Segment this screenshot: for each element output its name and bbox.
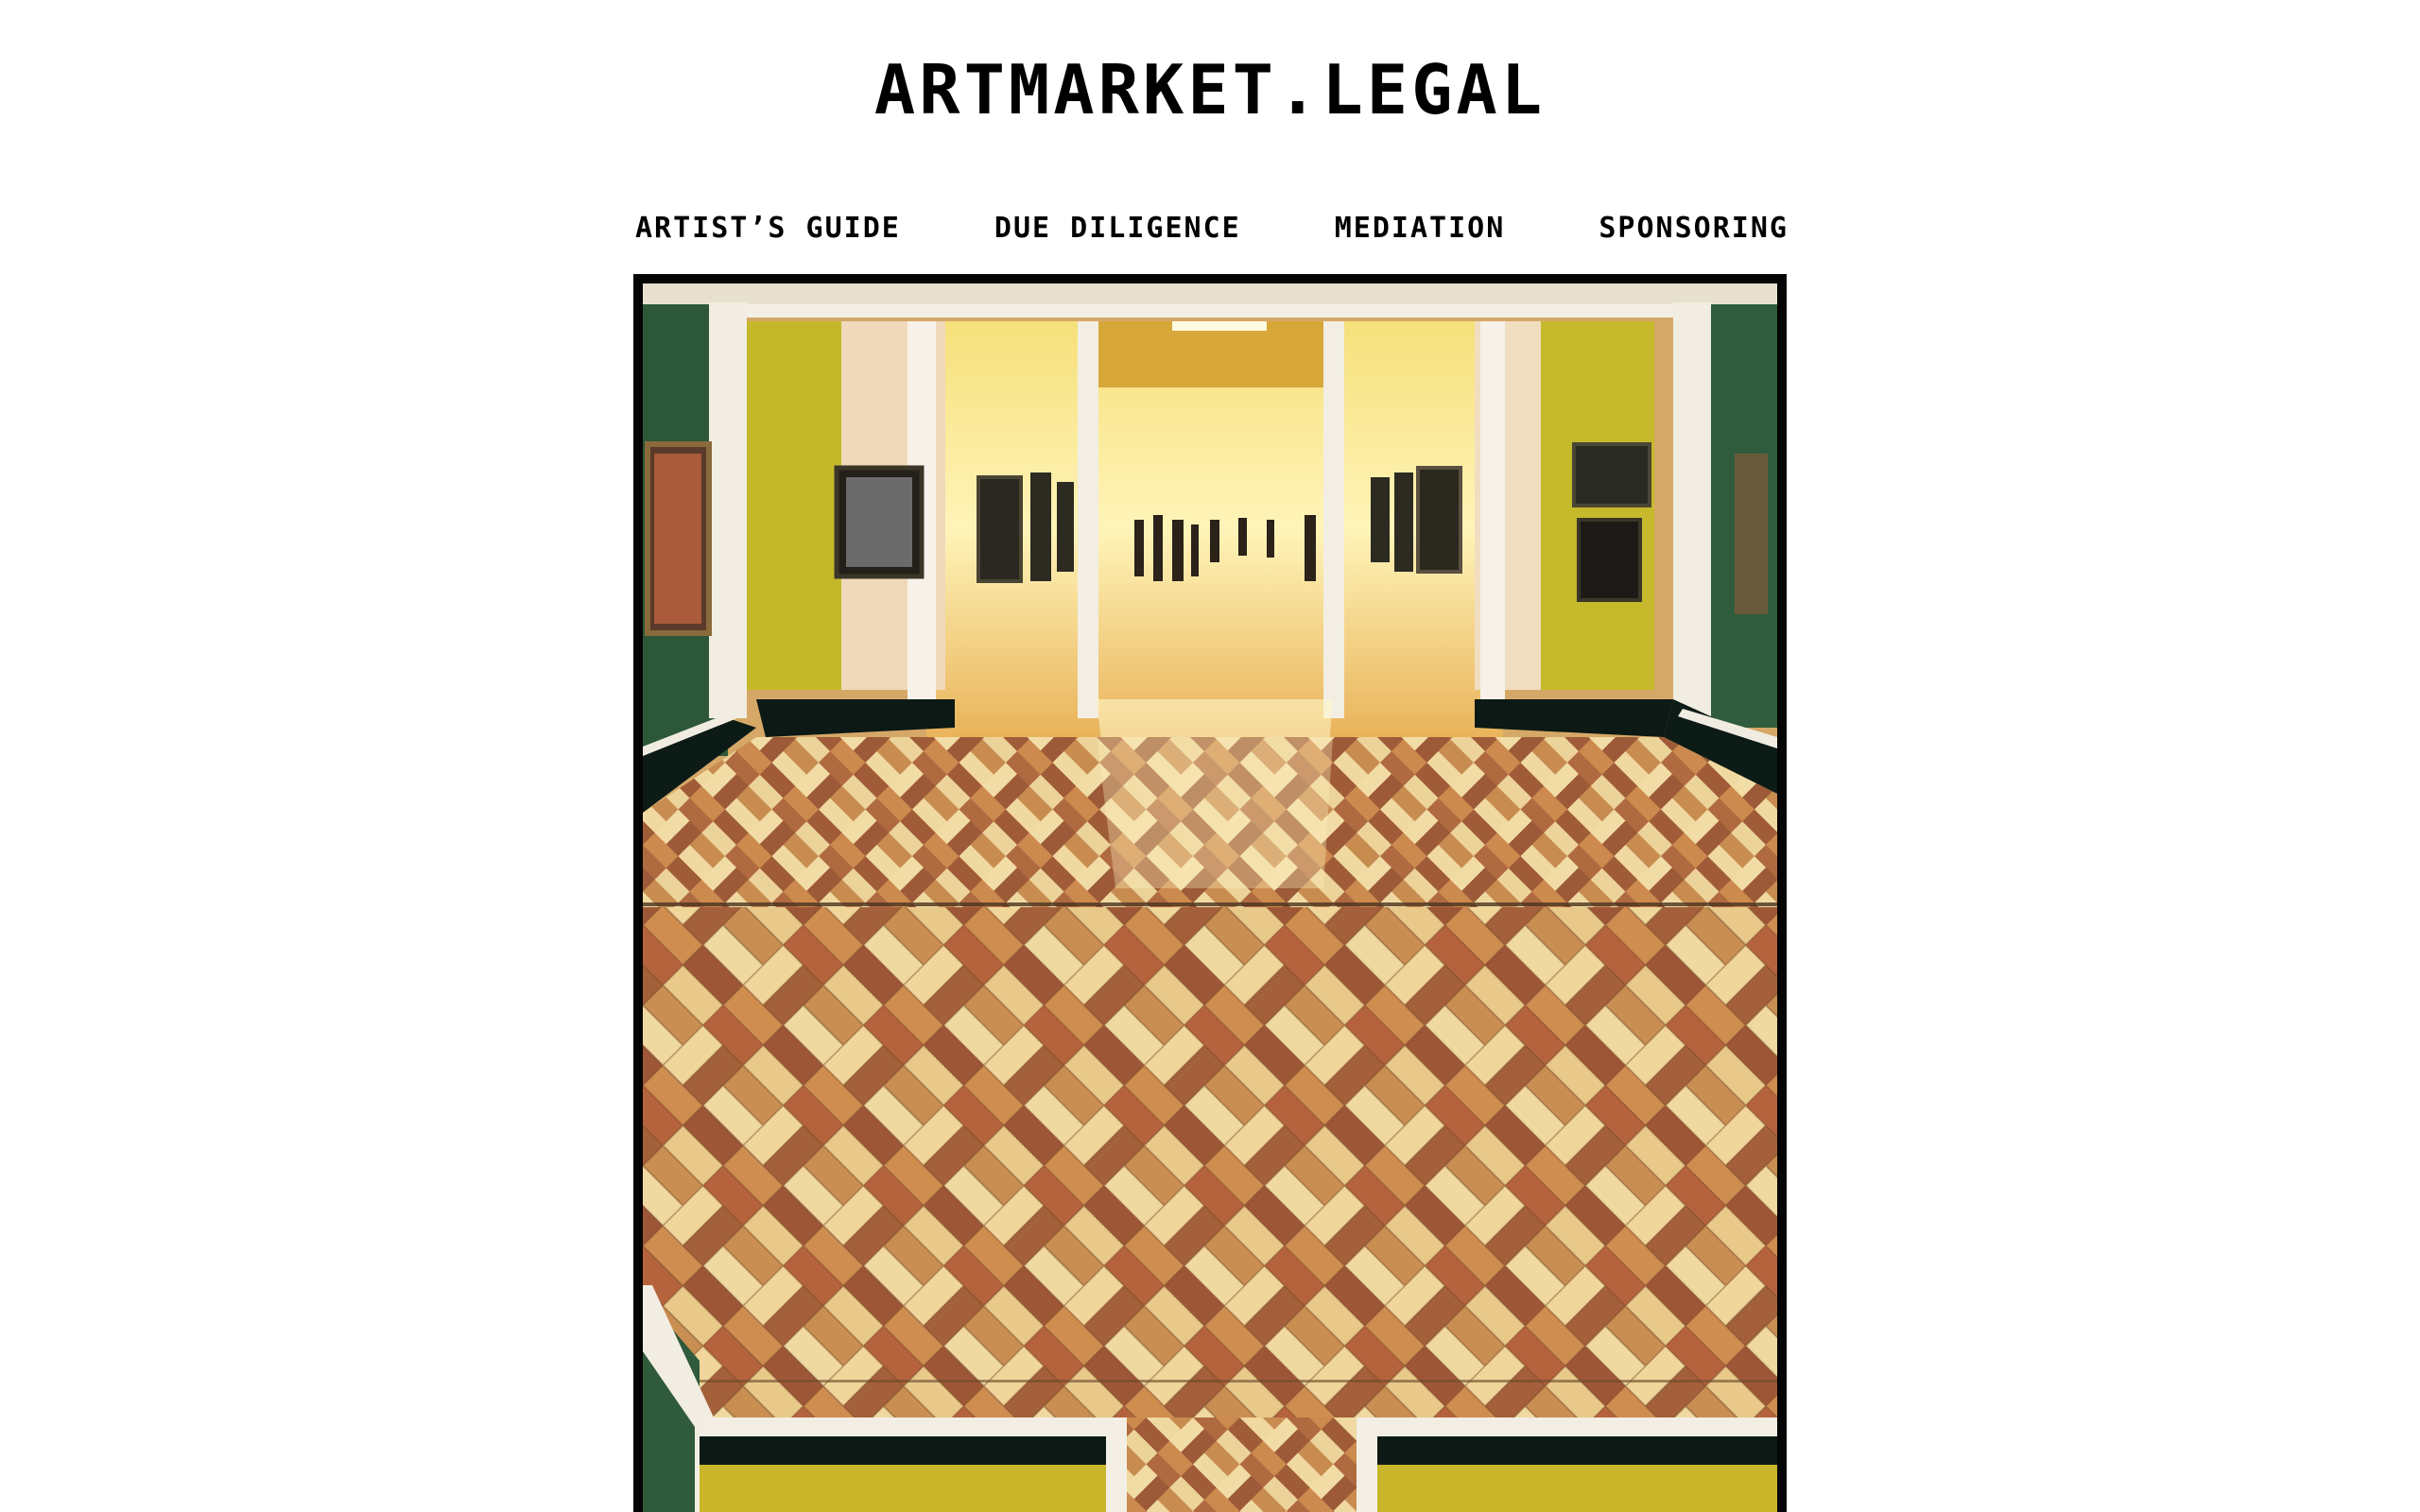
nav-item-due-diligence[interactable]: DUE DILIGENCE xyxy=(994,212,1241,245)
nav-item-sponsoring[interactable]: SPONSORING xyxy=(1599,212,1789,245)
nav-item-artists-guide[interactable]: ARTIST’S GUIDE xyxy=(635,212,901,245)
nav-item-mediation[interactable]: MEDIATION xyxy=(1335,212,1506,245)
site-title[interactable]: ARTMARKET.LEGAL xyxy=(0,47,2420,132)
hero-image xyxy=(633,274,1787,1512)
page: ARTMARKET.LEGAL ARTIST’S GUIDE DUE DILIG… xyxy=(0,0,2420,1512)
main-nav: ARTIST’S GUIDE DUE DILIGENCE MEDIATION S… xyxy=(635,209,1789,247)
gallery-floor-photo xyxy=(643,284,1777,1512)
